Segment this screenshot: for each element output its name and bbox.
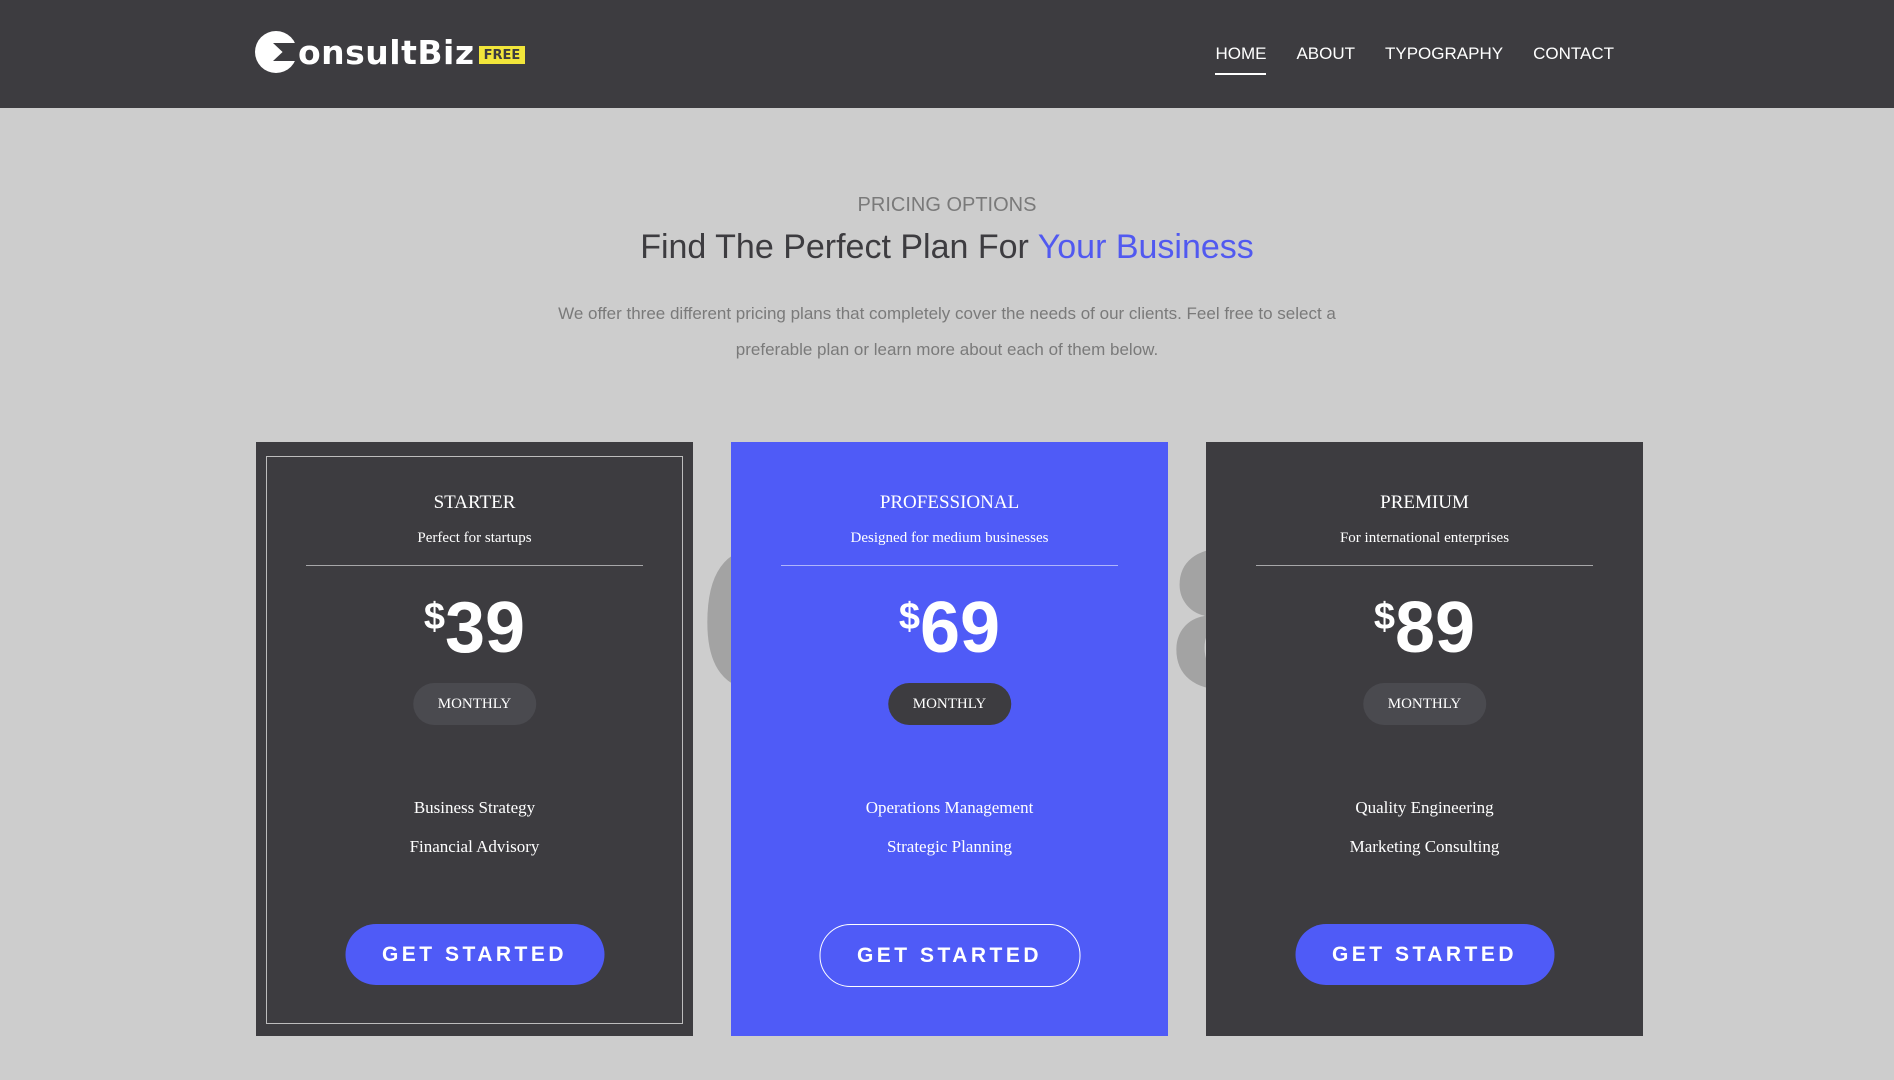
- get-started-button[interactable]: GET STARTED: [345, 924, 604, 985]
- price-amount: 89: [1395, 588, 1476, 668]
- card-divider: [1256, 565, 1593, 566]
- currency-symbol: $: [1373, 596, 1396, 638]
- plan-subtitle: Designed for medium businesses: [850, 530, 1049, 546]
- plan-price: $89: [1206, 592, 1643, 664]
- plan-name: STARTER: [433, 492, 516, 513]
- get-started-button[interactable]: GET STARTED: [1295, 924, 1554, 985]
- price-amount: 39: [445, 588, 526, 668]
- section-eyebrow: PRICING OPTIONS: [857, 194, 1037, 216]
- section-intro: We offer three different pricing plans t…: [558, 304, 1336, 359]
- pricing-card-premium: PREMIUM For international enterprises $8…: [1206, 442, 1643, 1036]
- feature-item: Operations Management: [865, 798, 1034, 817]
- card-divider: [306, 565, 643, 566]
- price-amount: 69: [920, 588, 1001, 668]
- logo-c-icon: [255, 31, 297, 73]
- logo-text: onsultBiz: [298, 32, 475, 72]
- pricing-cards: STARTER Perfect for startups $39 MONTHLY…: [256, 442, 1643, 1036]
- feature-item: Marketing Consulting: [1349, 837, 1500, 856]
- plan-price: $69: [731, 592, 1168, 664]
- billing-period-badge: MONTHLY: [887, 683, 1012, 725]
- billing-period-badge: MONTHLY: [412, 683, 537, 725]
- consultbiz-logo[interactable]: onsultBiz FREE: [255, 28, 526, 76]
- currency-symbol: $: [898, 596, 921, 638]
- section-headline: Find The Perfect Plan For Your Business: [0, 228, 1894, 267]
- billing-period-badge: MONTHLY: [1362, 683, 1487, 725]
- feature-list: Quality Engineering Marketing Consulting: [1206, 788, 1643, 866]
- top-navigation-bar: onsultBiz FREE HOME ABOUT TYPOGRAPHY CON…: [0, 0, 1894, 108]
- main-nav: HOME ABOUT TYPOGRAPHY CONTACT: [1215, 44, 1614, 75]
- pricing-card-starter: STARTER Perfect for startups $39 MONTHLY…: [256, 442, 693, 1036]
- plan-subtitle: Perfect for startups: [417, 530, 532, 546]
- headline-main: Find The Perfect Plan For: [640, 228, 1038, 266]
- feature-list: Operations Management Strategic Planning: [731, 788, 1168, 866]
- headline-accent: Your Business: [1037, 228, 1254, 266]
- feature-item: Business Strategy: [413, 798, 536, 817]
- nav-typography[interactable]: TYPOGRAPHY: [1385, 44, 1503, 75]
- nav-home[interactable]: HOME: [1215, 44, 1267, 75]
- logo-free-badge: FREE: [478, 46, 526, 64]
- plan-price: $39: [256, 592, 693, 664]
- get-started-button[interactable]: GET STARTED: [819, 924, 1080, 987]
- plan-subtitle: For international enterprises: [1339, 530, 1510, 546]
- plan-name: PREMIUM: [1380, 492, 1469, 513]
- feature-item: Financial Advisory: [409, 837, 540, 856]
- feature-item: Quality Engineering: [1355, 798, 1494, 817]
- card-divider: [781, 565, 1118, 566]
- pricing-card-professional: PROFESSIONAL Designed for medium busines…: [731, 442, 1168, 1036]
- plan-name: PROFESSIONAL: [879, 492, 1020, 513]
- feature-item: Strategic Planning: [886, 837, 1013, 856]
- currency-symbol: $: [423, 596, 446, 638]
- nav-about[interactable]: ABOUT: [1296, 44, 1355, 75]
- feature-list: Business Strategy Financial Advisory: [256, 788, 693, 866]
- nav-contact[interactable]: CONTACT: [1533, 44, 1614, 75]
